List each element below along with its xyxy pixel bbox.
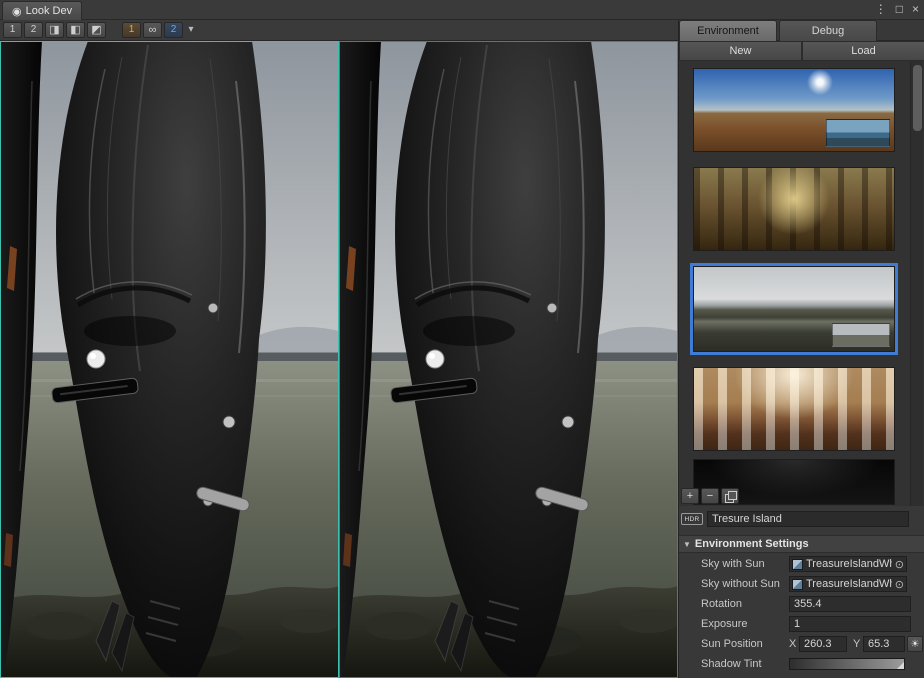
side-by-side-icon[interactable]: ◨ (45, 22, 64, 38)
load-button[interactable]: Load (802, 41, 924, 61)
environment-thumbnail-forest[interactable] (693, 167, 895, 251)
title-bar: ◉ Look Dev ⋮ □ × (0, 0, 924, 20)
thumbnail-inset-image (826, 119, 890, 147)
lookdev-toolbar: 1 2 ◨ ◧ ◩ 1 ∞ 2 ▾ (0, 20, 678, 41)
sky-with-sun-label: Sky with Sun (701, 558, 765, 570)
sky-without-sun-field[interactable]: TreasureIslandWh ⊙ (789, 576, 907, 592)
split-view-icon[interactable]: ◧ (66, 22, 85, 38)
remove-environment-button[interactable]: − (701, 488, 719, 504)
list-edit-buttons: + − (681, 488, 739, 504)
texture-icon (792, 579, 803, 590)
environment-thumbnail-list: + − (679, 61, 924, 506)
sun-icon[interactable]: ☀ (907, 636, 923, 652)
add-environment-button[interactable]: + (681, 488, 699, 504)
object-picker-icon[interactable]: ⊙ (895, 578, 904, 591)
window-menu-icon[interactable]: ⋮ (875, 2, 887, 16)
environment-settings-header[interactable]: ▼ Environment Settings (679, 535, 924, 553)
zone-view-icon[interactable]: ◩ (87, 22, 106, 38)
environment-thumbnail-treasure-island[interactable] (693, 266, 895, 352)
sky-without-sun-row: Sky without Sun TreasureIslandWh ⊙ (679, 575, 924, 593)
environment-thumbnail-selected-frame (690, 263, 898, 355)
exposure-label: Exposure (701, 618, 747, 630)
rotation-label: Rotation (701, 598, 742, 610)
sun-position-label: Sun Position (701, 638, 763, 650)
environment-1-button[interactable]: 1 (122, 22, 141, 38)
environment-thumbnail-desert[interactable] (693, 68, 895, 152)
environment-2-button[interactable]: 2 (164, 22, 183, 38)
chevron-down-icon[interactable]: ▾ (185, 22, 197, 38)
lookdev-viewport (0, 41, 678, 678)
scrollbar-thumb[interactable] (913, 65, 922, 131)
shadow-tint-label: Shadow Tint (701, 658, 762, 670)
sun-position-row: Sun Position X Y ☀ (679, 635, 924, 653)
new-button[interactable]: New (679, 41, 802, 61)
lookdev-icon: ◉ (12, 5, 22, 18)
single-view-2-button[interactable]: 2 (24, 22, 43, 38)
render-view-1[interactable] (0, 41, 339, 678)
sky-without-sun-label: Sky without Sun (701, 578, 780, 590)
object-picker-icon[interactable]: ⊙ (895, 558, 904, 571)
tab-debug[interactable]: Debug (779, 20, 877, 41)
sun-y-label: Y (853, 638, 860, 650)
robot-head-render (0, 41, 339, 678)
sun-x-input[interactable] (799, 636, 847, 652)
robot-head-render (339, 41, 678, 678)
sky-with-sun-value: TreasureIslandWh (806, 558, 892, 570)
close-icon[interactable]: × (912, 2, 919, 16)
library-actions: New Load (679, 41, 924, 61)
single-view-1-button[interactable]: 1 (3, 22, 22, 38)
hdr-name-input[interactable] (707, 511, 909, 527)
lookdev-tab[interactable]: ◉ Look Dev (2, 1, 82, 20)
thumbnail-scrollbar[interactable] (910, 61, 923, 506)
exposure-row: Exposure (679, 615, 924, 633)
sky-without-sun-value: TreasureIslandWh (806, 578, 892, 590)
sun-y-input[interactable] (863, 636, 905, 652)
shadow-tint-color-swatch[interactable] (789, 658, 905, 670)
duplicate-icon (725, 491, 736, 502)
sun-x-label: X (789, 638, 796, 650)
rotation-input[interactable] (789, 596, 911, 612)
window-title: Look Dev (26, 5, 72, 17)
sky-with-sun-row: Sky with Sun TreasureIslandWh ⊙ (679, 555, 924, 573)
panel-tabs: Environment Debug (678, 20, 924, 41)
foldout-icon[interactable]: ▼ (683, 540, 691, 549)
link-environments-icon[interactable]: ∞ (143, 22, 162, 38)
sky-with-sun-field[interactable]: TreasureIslandWh ⊙ (789, 556, 907, 572)
thumbnail-inset-image (832, 323, 890, 347)
tab-environment[interactable]: Environment (679, 20, 777, 41)
settings-header-label: Environment Settings (695, 538, 809, 550)
duplicate-environment-button[interactable] (721, 488, 739, 504)
exposure-input[interactable] (789, 616, 911, 632)
rotation-row: Rotation (679, 595, 924, 613)
hdr-name-row: HDR (681, 510, 923, 528)
environment-thumbnail-church[interactable] (693, 367, 895, 451)
render-view-2[interactable] (339, 41, 678, 678)
texture-icon (792, 559, 803, 570)
lookdev-window: ◉ Look Dev ⋮ □ × 1 2 ◨ ◧ ◩ 1 ∞ 2 ▾ Envir… (0, 0, 924, 678)
maximize-icon[interactable]: □ (896, 2, 903, 16)
environment-panel: New Load + − HDR (678, 41, 924, 678)
hdr-icon: HDR (681, 513, 703, 525)
shadow-tint-row: Shadow Tint (679, 655, 924, 673)
